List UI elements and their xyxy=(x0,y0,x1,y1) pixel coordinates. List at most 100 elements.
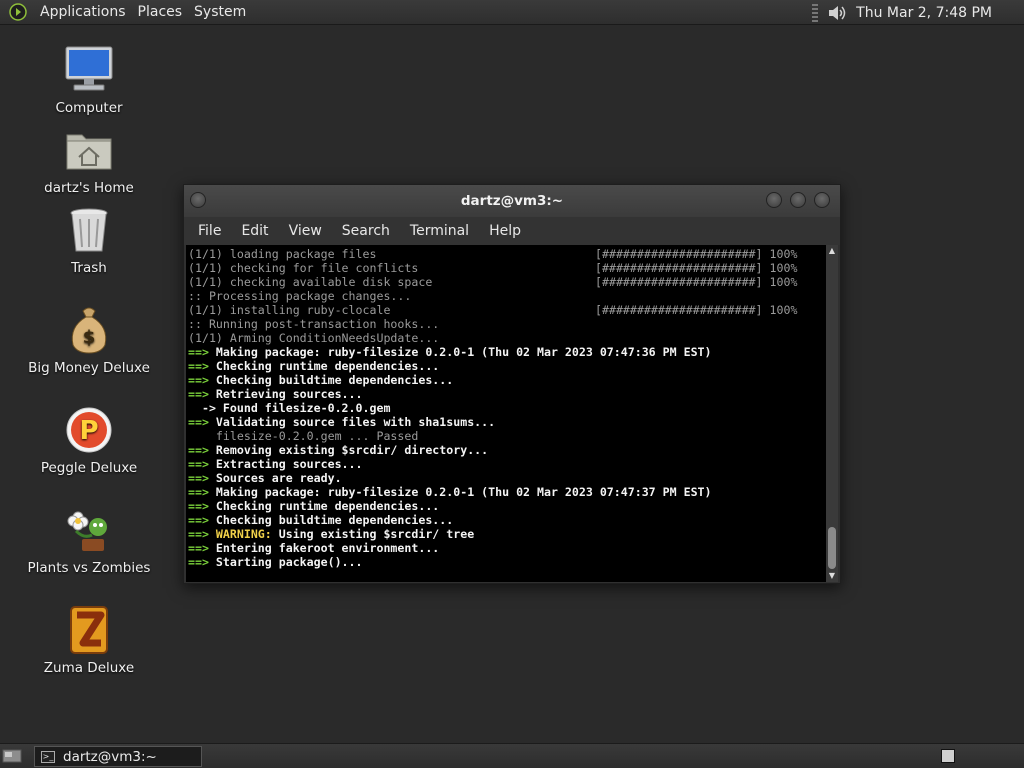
terminal-line-text: Making package: ruby-filesize 0.2.0-1 (T… xyxy=(215,345,712,359)
menu-file[interactable]: File xyxy=(188,223,231,239)
close-button[interactable] xyxy=(814,192,830,208)
desktop-icon-label: Plants vs Zombies xyxy=(27,560,151,576)
terminal-line: (1/1) Arming ConditionNeedsUpdate... xyxy=(188,331,827,345)
desktop-icon-label: Trash xyxy=(71,260,107,276)
desktop-icon-home[interactable]: dartz's Home xyxy=(24,124,154,196)
menu-system[interactable]: System xyxy=(188,4,252,20)
top-right-tray: Thu Mar 2, 7:48 PM xyxy=(812,0,1024,25)
terminal-line: :: Processing package changes... xyxy=(188,289,827,303)
terminal-line-prefix: ==> xyxy=(188,541,216,555)
minimize-button[interactable] xyxy=(766,192,782,208)
window-title: dartz@vm3:~ xyxy=(460,193,564,209)
desktop-icon-label: Big Money Deluxe xyxy=(28,360,150,376)
peggle-icon: P xyxy=(63,404,115,456)
terminal-line-text: Starting package()... xyxy=(215,555,363,569)
terminal-window[interactable]: dartz@vm3:~ File Edit View Search Termin… xyxy=(183,184,841,584)
terminal-progress: [######################] 100% xyxy=(595,275,798,289)
terminal-line: ==> Entering fakeroot environment... xyxy=(188,541,827,555)
desktop-icon-big-money[interactable]: $ Big Money Deluxe xyxy=(24,304,154,376)
top-panel: Applications Places System Thu Mar 2, 7:… xyxy=(0,0,1024,25)
terminal-line-prefix: ==> xyxy=(188,415,216,429)
terminal-line: ==> Retrieving sources... xyxy=(188,387,827,401)
taskbar-button-terminal[interactable]: >_ dartz@vm3:~ xyxy=(34,746,202,767)
panel-grip[interactable] xyxy=(812,3,819,22)
terminal-line-prefix: ==> xyxy=(188,513,216,527)
terminal-output[interactable]: (1/1) loading package files [############… xyxy=(186,245,827,582)
terminal-line-text: Checking runtime dependencies... xyxy=(215,359,440,373)
workspace-switcher[interactable] xyxy=(941,749,955,763)
home-folder-icon xyxy=(63,124,115,176)
terminal-warning-label: WARNING: xyxy=(215,527,272,541)
desktop-icon-computer[interactable]: Computer xyxy=(24,44,154,116)
desktop-icon-peggle[interactable]: P Peggle Deluxe xyxy=(24,404,154,476)
terminal-progress: [######################] 100% xyxy=(595,247,798,261)
window-menu-button[interactable] xyxy=(190,192,206,208)
terminal-line-text: Validating source files with sha1sums... xyxy=(215,415,496,429)
terminal-line-text: Sources are ready. xyxy=(215,471,342,485)
desktop-icon-plants-vs-zombies[interactable]: Plants vs Zombies xyxy=(24,504,154,576)
terminal-line: (1/1) installing ruby-clocale [##########… xyxy=(188,303,827,317)
menu-terminal[interactable]: Terminal xyxy=(400,223,479,239)
window-titlebar[interactable]: dartz@vm3:~ xyxy=(184,185,840,217)
plants-icon xyxy=(63,504,115,556)
menu-search[interactable]: Search xyxy=(332,223,400,239)
menu-edit[interactable]: Edit xyxy=(231,223,278,239)
terminal-line: ==> Checking buildtime dependencies... xyxy=(188,513,827,527)
terminal-line: ==> Removing existing $srcdir/ directory… xyxy=(188,443,827,457)
menu-help[interactable]: Help xyxy=(479,223,531,239)
terminal-line-prefix: ==> xyxy=(188,345,216,359)
terminal-line: ==> Checking runtime dependencies... xyxy=(188,499,827,513)
desktop-icon-label: Zuma Deluxe xyxy=(43,660,135,676)
terminal-line: (1/1) loading package files [############… xyxy=(188,247,827,261)
clock[interactable]: Thu Mar 2, 7:48 PM xyxy=(856,5,992,21)
terminal-line-prefix: ==> xyxy=(188,485,216,499)
terminal-line-text: :: Processing package changes... xyxy=(188,289,412,303)
terminal-line: ==> Making package: ruby-filesize 0.2.0-… xyxy=(188,485,827,499)
scrollbar-thumb[interactable] xyxy=(828,527,836,569)
terminal-line-text: :: Running post-transaction hooks... xyxy=(188,317,440,331)
zuma-icon xyxy=(63,604,115,656)
trash-icon xyxy=(63,204,115,256)
terminal-line: ==> Validating source files with sha1sum… xyxy=(188,415,827,429)
desktop-icon-trash[interactable]: Trash xyxy=(24,204,154,276)
terminal-line-prefix: ==> xyxy=(188,555,216,569)
terminal-line-text: (1/1) Arming ConditionNeedsUpdate... xyxy=(188,331,440,345)
terminal-line-text: Using existing $srcdir/ tree xyxy=(271,527,475,541)
main-menu-icon[interactable] xyxy=(8,2,28,22)
terminal-line-prefix: ==> xyxy=(188,359,216,373)
terminal-line-text: Removing existing $srcdir/ directory... xyxy=(215,443,489,457)
terminal-line-text: Extracting sources... xyxy=(215,457,363,471)
terminal-line-prefix: ==> xyxy=(188,443,216,457)
terminal-icon: >_ xyxy=(41,750,55,763)
terminal-line: ==> Starting package()... xyxy=(188,555,827,569)
desktop-icon-zuma[interactable]: Zuma Deluxe xyxy=(24,604,154,676)
maximize-button[interactable] xyxy=(790,192,806,208)
terminal-line-text: Entering fakeroot environment... xyxy=(215,541,440,555)
menu-applications[interactable]: Applications xyxy=(34,4,132,20)
terminal-line-text: (1/1) checking for file conflicts xyxy=(188,261,419,275)
desktop-icon-label: Peggle Deluxe xyxy=(40,460,138,476)
terminal-line-text: Checking buildtime dependencies... xyxy=(215,513,454,527)
terminal-line: -> Found filesize-0.2.0.gem xyxy=(188,401,827,415)
computer-icon xyxy=(63,44,115,96)
terminal-line: ==> WARNING: Using existing $srcdir/ tre… xyxy=(188,527,827,541)
terminal-line: ==> Making package: ruby-filesize 0.2.0-… xyxy=(188,345,827,359)
show-desktop-icon[interactable] xyxy=(2,748,22,764)
terminal-scrollbar[interactable]: ▲ ▼ xyxy=(826,245,838,582)
terminal-line-text: Making package: ruby-filesize 0.2.0-1 (T… xyxy=(215,485,712,499)
taskbar-button-label: dartz@vm3:~ xyxy=(63,748,157,765)
terminal-line-text: (1/1) installing ruby-clocale xyxy=(188,303,391,317)
svg-text:$: $ xyxy=(83,327,96,348)
menu-view[interactable]: View xyxy=(279,223,332,239)
menu-places[interactable]: Places xyxy=(132,4,189,20)
scroll-down-arrow-icon[interactable]: ▼ xyxy=(826,570,838,582)
desktop-icon-label: Computer xyxy=(55,100,123,116)
terminal-line-text: Retrieving sources... xyxy=(215,387,363,401)
terminal-line-prefix: ==> xyxy=(188,457,216,471)
scroll-up-arrow-icon[interactable]: ▲ xyxy=(826,245,838,257)
terminal-line-prefix: ==> xyxy=(188,387,216,401)
terminal-progress: [######################] 100% xyxy=(595,303,798,317)
terminal-line-prefix: ==> xyxy=(188,499,216,513)
volume-icon[interactable] xyxy=(826,2,848,24)
bottom-panel: >_ dartz@vm3:~ xyxy=(0,743,1024,768)
